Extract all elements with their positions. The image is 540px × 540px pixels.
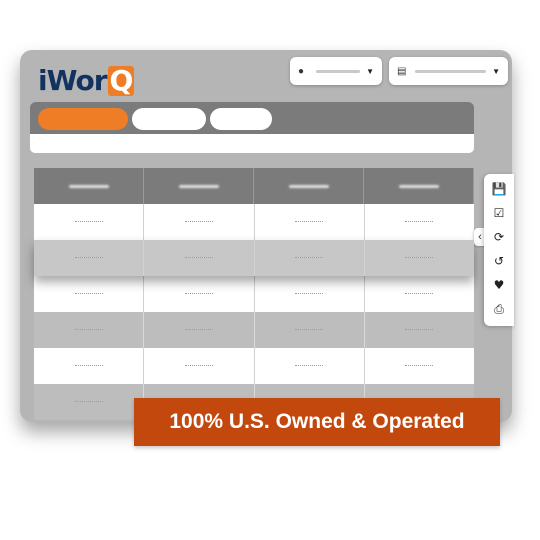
refresh-icon[interactable]: ⟳ [490, 228, 508, 246]
table-row[interactable] [34, 348, 474, 384]
module-dropdown-value [415, 69, 487, 73]
table-cell [254, 312, 365, 348]
checklist-icon[interactable]: ☑ [490, 204, 508, 222]
table-cell [254, 240, 365, 276]
table-cell [34, 276, 145, 312]
ownership-banner: 100% U.S. Owned & Operated [134, 398, 500, 446]
logo-text: iWor [38, 64, 108, 97]
table-cell [364, 240, 474, 276]
column-header[interactable] [254, 168, 364, 204]
list-icon: ▤ [397, 65, 407, 77]
tab-1[interactable] [38, 108, 128, 130]
table-cell [144, 348, 255, 384]
side-toolbar: 💾 ☑ ⟳ ↺ ♥ ⎙ [484, 174, 514, 326]
table-row[interactable] [34, 204, 474, 240]
table-cell [34, 312, 145, 348]
logo-q-mark: Q [107, 64, 135, 97]
table-cell [144, 312, 255, 348]
table-cell [144, 276, 255, 312]
chevron-down-icon: ▼ [366, 66, 374, 76]
module-dropdown[interactable]: ▤ ▼ [389, 57, 508, 85]
column-header[interactable] [364, 168, 474, 204]
table-cell [34, 348, 145, 384]
table-cell [364, 204, 474, 240]
table-cell [254, 276, 365, 312]
tab-2[interactable] [132, 108, 206, 130]
table-cell [364, 348, 474, 384]
table-header-row [34, 168, 474, 204]
table-row[interactable] [34, 312, 474, 348]
table-cell [34, 204, 145, 240]
table-cell [364, 312, 474, 348]
user-dropdown-value [316, 69, 361, 73]
table-cell [144, 240, 255, 276]
column-header[interactable] [144, 168, 254, 204]
history-icon[interactable]: ↺ [490, 252, 508, 270]
table-cell [34, 240, 145, 276]
table-cell [254, 204, 365, 240]
favorite-icon[interactable]: ♥ [490, 276, 508, 294]
filter-strip [30, 134, 474, 153]
table-row-hovered[interactable] [34, 240, 474, 276]
user-dropdown[interactable]: ● ▼ [290, 57, 382, 85]
save-icon[interactable]: 💾 [490, 180, 508, 198]
iworq-logo: iWor Q [38, 64, 135, 97]
table-row[interactable] [34, 276, 474, 312]
table-cell [144, 204, 255, 240]
user-icon: ● [298, 65, 305, 77]
records-table [34, 168, 474, 420]
chevron-down-icon: ▼ [492, 66, 500, 76]
chevron-left-icon: ‹ [478, 231, 482, 243]
table-cell [34, 384, 145, 420]
print-icon[interactable]: ⎙ [490, 300, 508, 318]
table-cell [254, 348, 365, 384]
tabs-bar [30, 102, 474, 134]
table-cell [364, 276, 474, 312]
tab-3[interactable] [210, 108, 272, 130]
column-header[interactable] [34, 168, 144, 204]
app-window: iWor Q ● ▼ ▤ ▼ [20, 50, 512, 422]
